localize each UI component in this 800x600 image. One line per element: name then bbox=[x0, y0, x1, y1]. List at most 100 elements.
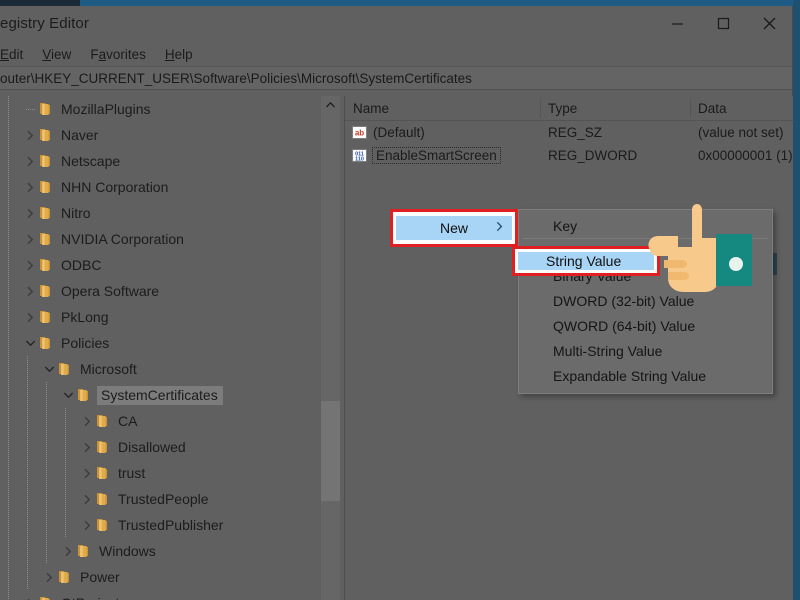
tree-item-power[interactable]: Power bbox=[0, 564, 318, 590]
chevron-down-icon[interactable] bbox=[41, 356, 57, 382]
tree-guide-line bbox=[65, 434, 66, 460]
column-header-data[interactable]: Data bbox=[690, 96, 793, 121]
tree-guide-line bbox=[8, 486, 9, 512]
value-type-cell: REG_DWORD bbox=[548, 148, 638, 163]
chevron-right-icon bbox=[496, 219, 503, 237]
menu-help-label: elp bbox=[174, 46, 193, 62]
chevron-right-icon[interactable] bbox=[60, 538, 76, 564]
tree-item-netscape[interactable]: Netscape bbox=[0, 148, 318, 174]
tree-guide-line bbox=[46, 512, 47, 538]
tree-guide-line bbox=[27, 512, 28, 538]
menu-edit-label: dit bbox=[9, 46, 24, 62]
tree-item-nhn-corporation[interactable]: NHN Corporation bbox=[0, 174, 318, 200]
tree-guide-line bbox=[8, 278, 9, 304]
value-data-cell: (value not set) bbox=[698, 125, 784, 140]
chevron-right-icon[interactable] bbox=[22, 148, 38, 174]
tree-item-nitro[interactable]: Nitro bbox=[0, 200, 318, 226]
chevron-right-icon[interactable] bbox=[79, 486, 95, 512]
tree-item-ca[interactable]: CA bbox=[0, 408, 318, 434]
tree-item-qtproject[interactable]: QtProject bbox=[0, 590, 318, 600]
tree-item-microsoft[interactable]: Microsoft bbox=[0, 356, 318, 382]
chevron-right-icon[interactable] bbox=[79, 460, 95, 486]
chevron-right-icon[interactable] bbox=[22, 252, 38, 278]
submenu-item-qword-value[interactable]: QWORD (64-bit) Value bbox=[519, 313, 772, 338]
window-title: egistry Editor bbox=[0, 15, 89, 32]
tree-item-pklong[interactable]: PkLong bbox=[0, 304, 318, 330]
tree-guide-line bbox=[8, 330, 9, 356]
tree-item-trustedpeople[interactable]: TrustedPeople bbox=[0, 486, 318, 512]
context-menu-new-label: New bbox=[439, 220, 468, 236]
registry-key-folder-icon bbox=[38, 205, 55, 221]
tree-guide-line bbox=[8, 512, 9, 538]
chevron-right-icon[interactable] bbox=[79, 408, 95, 434]
chevron-right-icon[interactable] bbox=[22, 304, 38, 330]
registry-key-folder-icon bbox=[95, 491, 112, 507]
column-header-type[interactable]: Type bbox=[540, 96, 690, 121]
registry-key-folder-icon bbox=[38, 179, 55, 195]
registry-key-folder-icon bbox=[38, 257, 55, 273]
chevron-right-icon[interactable] bbox=[22, 278, 38, 304]
tree-item-opera-software[interactable]: Opera Software bbox=[0, 278, 318, 304]
menu-view[interactable]: View bbox=[42, 45, 80, 64]
menu-help[interactable]: Help bbox=[165, 45, 202, 64]
chevron-right-icon[interactable] bbox=[22, 200, 38, 226]
registry-key-folder-icon bbox=[95, 439, 112, 455]
registry-editor-window: egistry Editor Edit View Favorites Help bbox=[0, 6, 793, 600]
tree-item-nvidia-corporation[interactable]: NVIDIA Corporation bbox=[0, 226, 318, 252]
column-header-name[interactable]: Name bbox=[345, 96, 540, 121]
chevron-right-icon[interactable] bbox=[41, 564, 57, 590]
menu-favorites[interactable]: Favorites bbox=[90, 45, 155, 64]
tree-item-systemcertificates[interactable]: SystemCertificates bbox=[0, 382, 318, 408]
context-menu-new-item[interactable]: New bbox=[390, 209, 518, 247]
value-row[interactable]: ab (Default) REG_SZ (value not set) bbox=[345, 121, 793, 144]
chevron-right-icon[interactable] bbox=[22, 226, 38, 252]
tree-guide-line bbox=[8, 174, 9, 200]
chevron-right-icon[interactable] bbox=[22, 122, 38, 148]
tree-item-odbc[interactable]: ODBC bbox=[0, 252, 318, 278]
tree-guide-line bbox=[46, 434, 47, 460]
chevron-right-icon[interactable] bbox=[22, 590, 38, 600]
window-controls bbox=[654, 6, 792, 40]
submenu-item-string-value-callout[interactable]: String Value bbox=[512, 246, 660, 276]
tree-item-label: Disallowed bbox=[118, 439, 186, 455]
value-name-cell: 011 110 EnableSmartScreen bbox=[345, 147, 540, 164]
tree-scrollbar-thumb[interactable] bbox=[321, 401, 340, 501]
tree-guide-line bbox=[46, 382, 47, 408]
value-name-label: EnableSmartScreen bbox=[372, 147, 501, 164]
minimize-button[interactable] bbox=[654, 6, 700, 40]
tree-item-windows[interactable]: Windows bbox=[0, 538, 318, 564]
tree-guide-line bbox=[46, 460, 47, 486]
submenu-item-expandable-string-value[interactable]: Expandable String Value bbox=[519, 363, 772, 388]
chevron-right-icon[interactable] bbox=[22, 174, 38, 200]
tree-item-trust[interactable]: trust bbox=[0, 460, 318, 486]
tree-item-mozillaplugins[interactable]: MozillaPlugins bbox=[0, 96, 318, 122]
tree-item-trustedpublisher[interactable]: TrustedPublisher bbox=[0, 512, 318, 538]
submenu-item-multi-string-value[interactable]: Multi-String Value bbox=[519, 338, 772, 363]
close-button[interactable] bbox=[746, 6, 792, 40]
value-row[interactable]: 011 110 EnableSmartScreen REG_DWORD 0x000000… bbox=[345, 144, 793, 167]
registry-key-folder-icon bbox=[95, 413, 112, 429]
tree-item-label: NHN Corporation bbox=[61, 179, 169, 195]
tree-guide-line bbox=[27, 382, 28, 408]
chevron-right-icon[interactable] bbox=[79, 434, 95, 460]
tree-item-naver[interactable]: Naver bbox=[0, 122, 318, 148]
tree-item-label: Naver bbox=[61, 127, 99, 143]
menu-edit[interactable]: Edit bbox=[0, 45, 32, 64]
tree-item-disallowed[interactable]: Disallowed bbox=[0, 434, 318, 460]
tree-guide-line bbox=[27, 564, 28, 590]
chevron-down-icon[interactable] bbox=[22, 330, 38, 356]
string-value-icon: ab bbox=[351, 125, 368, 140]
tree-guide-line bbox=[8, 200, 9, 226]
scroll-up-icon[interactable] bbox=[321, 96, 340, 114]
screen: egistry Editor Edit View Favorites Help bbox=[0, 0, 800, 600]
tree-scrollbar[interactable] bbox=[321, 96, 340, 600]
chevron-right-icon[interactable] bbox=[79, 512, 95, 538]
tree-guide-line bbox=[8, 304, 9, 330]
chevron-down-icon[interactable] bbox=[60, 382, 76, 408]
address-bar[interactable]: outer\HKEY_CURRENT_USER\Software\Policie… bbox=[0, 66, 792, 90]
maximize-button[interactable] bbox=[700, 6, 746, 40]
tree-item-label: Nitro bbox=[61, 205, 91, 221]
list-rows: ab (Default) REG_SZ (value not set) 011 110 En… bbox=[345, 121, 793, 167]
registry-key-folder-icon bbox=[95, 465, 112, 481]
tree-item-policies[interactable]: Policies bbox=[0, 330, 318, 356]
